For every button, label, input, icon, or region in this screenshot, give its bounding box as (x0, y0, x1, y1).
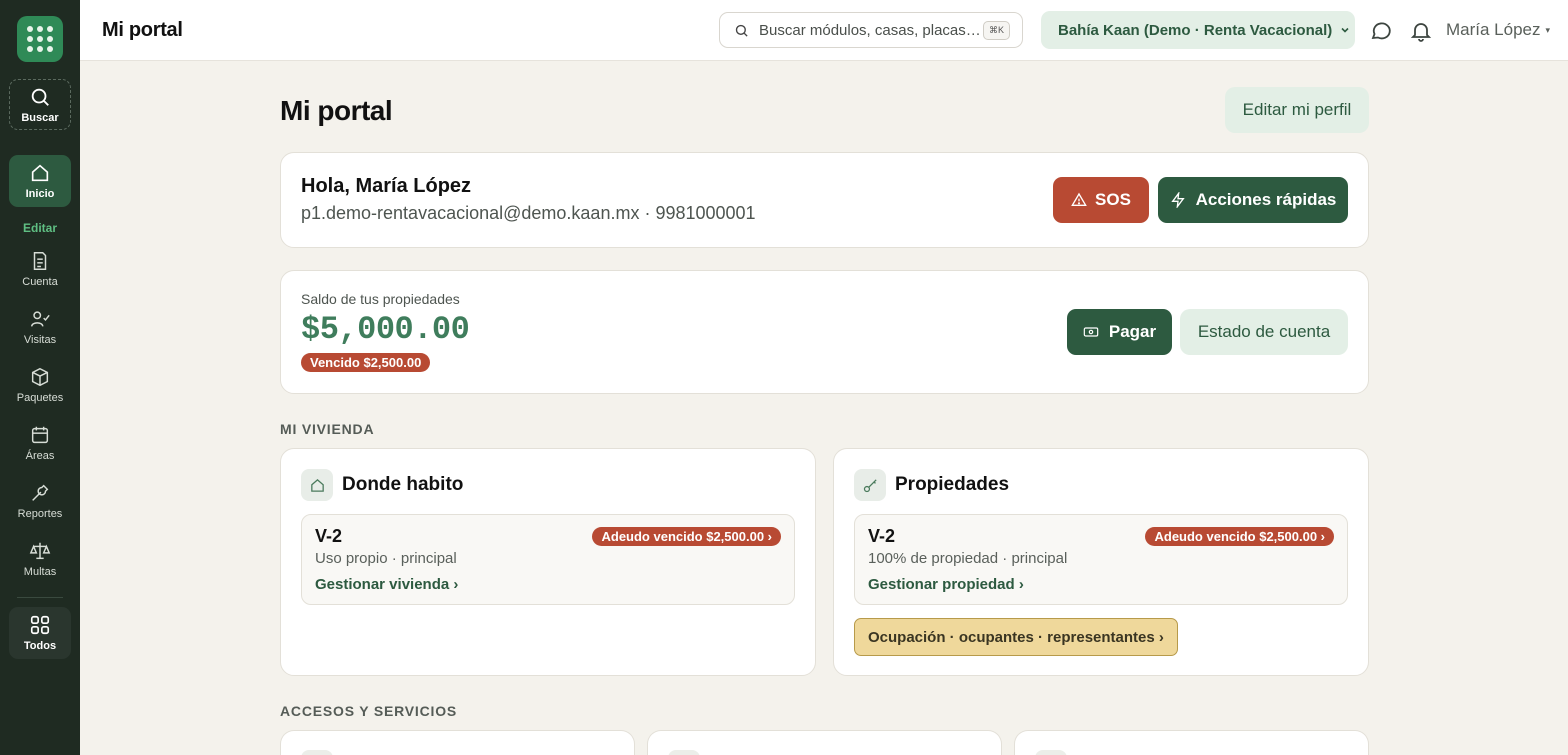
greeting-card: Hola, María López p1.demo-rentavacaciona… (280, 152, 1369, 248)
unit-meta: 100% de propiedad · principal (868, 550, 1068, 567)
service-icon (301, 750, 333, 755)
service-card[interactable] (647, 730, 1002, 755)
search-icon (735, 24, 748, 37)
lightning-icon (1170, 192, 1185, 208)
sidebar: Buscar Inicio Editar Cuenta Visitas Paqu… (0, 0, 80, 755)
manage-residence-link[interactable]: Gestionar vivienda › (315, 576, 458, 593)
residence-card-title: Donde habito (342, 474, 464, 495)
sidebar-search-label: Buscar (21, 111, 59, 124)
sidebar-edit-link[interactable]: Editar (23, 221, 57, 235)
properties-card-title: Propiedades (895, 474, 1010, 495)
sidebar-item-todos[interactable]: Todos (9, 607, 71, 659)
unit-overdue-badge[interactable]: Adeudo vencido $2,500.00 › (1145, 527, 1334, 546)
edit-profile-button[interactable]: Editar mi perfil (1225, 87, 1369, 133)
sidebar-item-cuenta[interactable]: Cuenta (9, 243, 71, 295)
unit-overdue-badge[interactable]: Adeudo vencido $2,500.00 › (592, 527, 781, 546)
sidebar-item-visitas[interactable]: Visitas (9, 301, 71, 353)
account-statement-button[interactable]: Estado de cuenta (1180, 309, 1348, 355)
residence-card-header: Donde habito (301, 469, 463, 501)
search-placeholder: Buscar módulos, casas, placas… (759, 21, 981, 39)
service-icon (1035, 750, 1067, 755)
chat-icon[interactable] (1369, 19, 1393, 43)
balance-amount: $5,000.00 (301, 311, 470, 348)
sidebar-item-paquetes[interactable]: Paquetes (9, 359, 71, 411)
sidebar-item-areas[interactable]: Áreas (9, 417, 71, 469)
balance-card: Saldo de tus propiedades $5,000.00 Venci… (280, 270, 1369, 394)
properties-card-header: Propiedades (854, 469, 1009, 501)
sidebar-divider (17, 597, 63, 598)
visitor-check-icon (31, 311, 50, 327)
top-bar: Mi portal Buscar módulos, casas, placas…… (80, 0, 1568, 61)
community-selector-label: Bahía Kaan (Demo · Renta Vacacional) (1058, 21, 1333, 39)
pay-button[interactable]: Pagar (1067, 309, 1172, 355)
top-bar-title: Mi portal (102, 19, 183, 41)
user-name: María López (1446, 20, 1541, 39)
calendar-icon (31, 426, 49, 444)
sidebar-search-button[interactable]: Buscar (9, 79, 71, 130)
sidebar-item-label: Reportes (17, 508, 63, 520)
search-shortcut-badge: ⌘K (982, 21, 1010, 40)
quick-actions-button[interactable]: Acciones rápidas (1158, 177, 1348, 223)
bell-icon[interactable] (1409, 19, 1433, 43)
document-icon (33, 252, 47, 270)
sos-button[interactable]: SOS (1053, 177, 1149, 223)
properties-card: Propiedades V-2 Adeudo vencido $2,500.00… (833, 448, 1369, 676)
occupancy-button[interactable]: Ocupación · ocupantes · representantes › (854, 618, 1178, 656)
property-unit-item[interactable]: V-2 Adeudo vencido $2,500.00 › 100% de p… (854, 514, 1348, 605)
chevron-down-icon (1341, 27, 1349, 33)
quick-actions-label: Acciones rápidas (1195, 190, 1337, 209)
user-menu[interactable]: María López ▾ (1446, 20, 1550, 40)
residence-card: Donde habito V-2 Adeudo vencido $2,500.0… (280, 448, 816, 676)
apps-grid-logo[interactable] (17, 16, 63, 62)
warning-icon (1071, 192, 1087, 206)
key-icon (854, 469, 886, 501)
unit-meta: Uso propio · principal (315, 550, 457, 567)
sidebar-item-multas[interactable]: Multas (9, 533, 71, 585)
sidebar-item-label: Todos (23, 640, 57, 652)
manage-property-link[interactable]: Gestionar propiedad › (868, 576, 1024, 593)
service-card[interactable] (280, 730, 635, 755)
greeting-name: Hola, María López (301, 175, 472, 197)
caret-down-icon: ▾ (1545, 25, 1551, 36)
sidebar-item-label: Inicio (25, 188, 55, 200)
sidebar-item-label: Multas (23, 566, 57, 578)
unit-code: V-2 (315, 526, 343, 546)
page-title: Mi portal (280, 95, 393, 126)
global-search-input[interactable]: Buscar módulos, casas, placas… ⌘K (719, 12, 1023, 48)
grid-icon (30, 615, 50, 635)
cash-icon (1083, 327, 1099, 337)
sidebar-item-reportes[interactable]: Reportes (9, 475, 71, 527)
search-icon (31, 88, 49, 106)
package-icon (31, 367, 49, 387)
service-icon (668, 750, 700, 755)
overdue-badge: Vencido $2,500.00 (301, 353, 431, 372)
sidebar-item-label: Cuenta (22, 276, 58, 288)
sidebar-item-inicio[interactable]: Inicio (9, 155, 71, 207)
sidebar-item-label: Áreas (25, 450, 55, 462)
community-selector[interactable]: Bahía Kaan (Demo · Renta Vacacional) (1041, 11, 1355, 49)
home-icon (31, 164, 49, 182)
service-card[interactable] (1014, 730, 1369, 755)
sidebar-item-label: Paquetes (16, 392, 64, 404)
wrench-icon (32, 484, 49, 501)
pay-label: Pagar (1108, 322, 1157, 341)
balance-label: Saldo de tus propiedades (301, 291, 460, 307)
greeting-contact: p1.demo-rentavacacional@demo.kaan.mx · 9… (301, 203, 756, 223)
section-label-housing: MI VIVIENDA (280, 421, 375, 437)
unit-code: V-2 (868, 526, 896, 546)
scale-icon (29, 542, 51, 560)
sidebar-item-label: Visitas (23, 334, 57, 346)
sos-label: SOS (1095, 190, 1131, 209)
section-label-services: ACCESOS Y SERVICIOS (280, 703, 458, 719)
residence-unit-item[interactable]: V-2 Adeudo vencido $2,500.00 › Uso propi… (301, 514, 795, 605)
home-icon (301, 469, 333, 501)
